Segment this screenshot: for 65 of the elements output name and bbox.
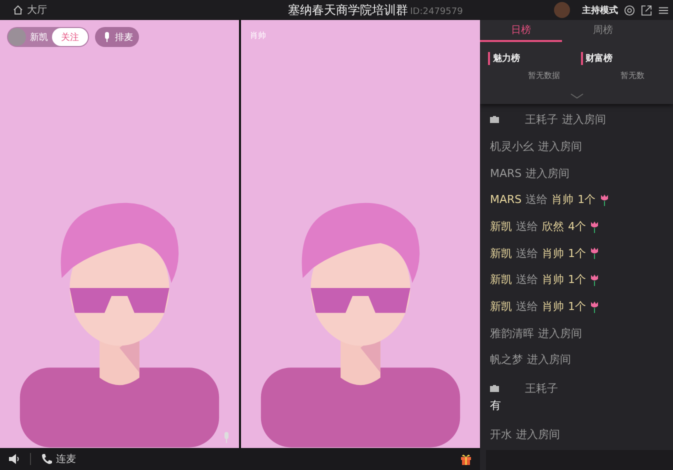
lobby-button[interactable]: 大厅 (12, 3, 47, 17)
room-title: 塞纳春天商学院培训群 (288, 2, 408, 18)
phone-icon (41, 453, 53, 465)
external-link-icon[interactable] (641, 4, 652, 16)
mic-link-button[interactable]: 连麦 (41, 452, 76, 466)
ranking-tab[interactable]: 周榜 (562, 20, 644, 42)
host-name: 新凯 (29, 32, 49, 44)
gift-recipient: 肖帅 (542, 272, 564, 288)
chat-message: 有 (490, 398, 501, 414)
user-name: MARS (490, 166, 522, 180)
chat-action: 送给 (516, 246, 538, 261)
empty-text: 暂无数 (620, 70, 646, 81)
user-name: 新凯 (490, 246, 512, 261)
user-name: 王耗子 (525, 381, 558, 396)
gift-icon[interactable] (460, 453, 472, 465)
speaker-icon[interactable] (8, 453, 20, 465)
user-name: MARS (490, 193, 522, 206)
gift-count: 1个 (578, 192, 596, 208)
home-icon (12, 4, 24, 16)
queue-button[interactable]: 排麦 (95, 27, 139, 47)
host-avatar (8, 28, 26, 46)
board-title: 财富榜 (580, 52, 673, 65)
user-name: 新凯 (490, 272, 512, 288)
chat-action: 进入房间 (526, 166, 570, 181)
chat-action: 送给 (516, 272, 538, 288)
chevron-down-icon[interactable] (570, 93, 584, 99)
ranking-tab[interactable]: 日榜 (480, 20, 562, 42)
chat-action: 进入房间 (516, 427, 560, 442)
empty-text: 暂无数据 (527, 70, 561, 81)
gift-recipient: 肖帅 (552, 192, 574, 208)
chat-action: 送给 (516, 219, 538, 234)
user-name: 开水 (490, 427, 512, 442)
room-id: ID:2479579 (410, 6, 463, 16)
flower-icon (590, 220, 599, 233)
host-mode-label: 主持模式 (582, 4, 618, 16)
user-name: 王耗子 (525, 112, 558, 128)
user-name: 帆之梦 (490, 352, 523, 368)
follow-button[interactable]: 关注 (52, 28, 88, 46)
settings-icon[interactable] (624, 4, 635, 16)
gift-count: 1个 (568, 246, 586, 261)
user-name: 新凯 (490, 219, 512, 234)
flower-icon (590, 274, 599, 286)
chat-action: 送给 (516, 299, 538, 314)
gift-recipient: 肖帅 (542, 299, 564, 314)
chat-action: 进入房间 (527, 352, 571, 368)
user-name: 机灵小幺 (490, 138, 534, 154)
gift-recipient: 肖帅 (542, 246, 564, 261)
microphone-icon (222, 432, 231, 443)
gift-count: 4个 (568, 219, 586, 234)
gift-count: 1个 (568, 299, 586, 314)
user-name: 雅韵清晖 (490, 326, 534, 341)
flower-icon (590, 247, 599, 260)
menu-icon[interactable] (658, 4, 669, 16)
chat-action: 进入房间 (562, 112, 606, 128)
flower-icon (590, 300, 599, 313)
user-name: 新凯 (490, 299, 512, 314)
gift-recipient: 欣然 (542, 219, 564, 234)
chat-action: 进入房间 (538, 326, 582, 341)
chat-action: 进入房间 (538, 138, 582, 154)
guest-name: 肖帅 (250, 30, 266, 41)
flower-icon (600, 194, 609, 206)
user-avatar (554, 2, 570, 18)
gift-count: 1个 (568, 272, 586, 288)
board-title: 魅力榜 (488, 52, 580, 65)
chat-action: 送给 (526, 192, 548, 208)
